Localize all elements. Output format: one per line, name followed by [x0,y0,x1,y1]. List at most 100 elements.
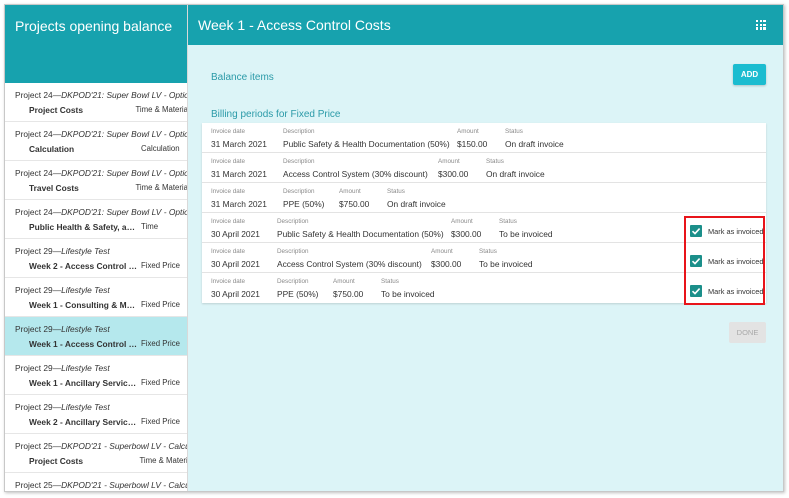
cell-label: Description [283,158,315,165]
sidebar-item[interactable]: Project 25—DKPOD'21 - Superbowl LV - Cal… [5,473,187,491]
sidebar-item-type: Fixed Price [141,339,180,348]
table-row: Invoice date 30 April 2021 Description PPE … [202,273,766,303]
cell-value: $750.00 [339,199,370,209]
cell-label: Description [277,248,309,255]
project-prefix: Project 29— [15,363,62,373]
mark-as-invoiced-checkbox[interactable] [690,225,702,237]
cell-label: Amount [451,218,473,225]
sidebar-item[interactable]: Project 24—DKPOD'21: Super Bowl LV - Opt… [5,200,187,239]
sidebar-item-project: Project 29—Lifestyle Test [15,402,187,412]
sidebar-item-label: Week 2 - Access Control Costs [29,261,139,271]
check-icon [691,258,701,265]
cell-label: Invoice date [211,218,245,225]
cell-label: Status [387,188,405,195]
cell-description: Description Public Safety & Health Docume… [277,218,444,239]
sidebar-item-label: Public Health & Safety, and Security C..… [29,222,139,232]
cell-value: $300.00 [438,169,469,179]
cell-value: PPE (50%) [277,289,319,299]
cell-amount: Amount $300.00 [438,158,468,179]
mark-as-invoiced-label: Mark as invoiced [708,256,764,266]
sidebar-item-project: Project 24—DKPOD'21: Super Bowl LV - Opt… [15,90,187,100]
cell-label: Status [499,218,517,225]
project-name: Lifestyle Test [61,246,110,256]
app-window: Projects opening balance Project 24— DKPO… [4,4,784,492]
mark-as-invoiced[interactable]: Mark as invoiced [690,225,763,237]
cell-label: Status [486,158,504,165]
sidebar-item-project: Project 29—Lifestyle Test [15,324,187,334]
cell-status: Status On draft invoice [505,128,564,149]
cell-label: Amount [438,158,460,165]
sidebar-item-label: Week 2 - Ancillary Service Cos... [29,417,139,427]
sidebar-item-project: Project 29—Lifestyle Test [15,285,187,295]
mark-as-invoiced[interactable]: Mark as invoiced [690,255,763,267]
cell-date: Invoice date 31 March 2021 [211,188,267,209]
project-prefix: Project 25— [15,441,62,451]
sidebar-item[interactable]: Project 29—Lifestyle Test Week 2 - Ancill… [5,395,187,434]
billing-periods-label: Billing periods for Fixed Price [211,109,341,120]
cell-value: 31 March 2021 [211,169,267,179]
cell-value: To be invoiced [499,229,553,239]
sidebar-item-project: Project 29—Lifestyle Test [15,246,187,256]
table-row: Invoice date 30 April 2021 Description Acce… [202,243,766,273]
sidebar-item[interactable]: Project 29—Lifestyle Test Week 1 - Consul… [5,278,187,317]
cell-date: Invoice date 30 April 2021 [211,218,260,239]
mark-as-invoiced-label: Mark as invoiced [708,226,764,236]
cell-amount: Amount $750.00 [333,278,363,299]
cell-value: $300.00 [431,259,462,269]
cell-value: To be invoiced [479,259,533,269]
done-button[interactable]: DONE [729,322,766,343]
sidebar-item[interactable]: Project 29—Lifestyle Test Week 1 - Ancill… [5,356,187,395]
project-name: DKPOD'21: Super Bowl LV - Option 3 [61,129,187,139]
apps-grid-icon[interactable] [756,20,766,30]
add-button[interactable]: ADD [733,64,766,85]
sidebar-item-type: Time & Material [135,105,187,114]
cell-value: On draft invoice [486,169,545,179]
cell-value: 30 April 2021 [211,289,260,299]
sidebar: Projects opening balance Project 24— DKPO… [5,5,188,491]
cell-amount: Amount $750.00 [339,188,369,209]
cell-label: Amount [339,188,361,195]
cell-description: Description PPE (50%) [277,278,318,299]
sidebar-item[interactable]: Project 24—DKPOD'21: Super Bowl LV - Opt… [5,161,187,200]
cell-value: Access Control System (30% discount) [283,169,428,179]
cell-value: $300.00 [451,229,482,239]
cell-description: Description Access Control System (30% di… [277,248,422,269]
sidebar-item[interactable]: Project 29—Lifestyle Test Week 1 - Access… [5,317,187,356]
project-prefix: Project 24— [15,207,62,217]
cell-label: Description [283,188,315,195]
mark-as-invoiced-checkbox[interactable] [690,255,702,267]
cell-amount: Amount $300.00 [451,218,481,239]
mark-as-invoiced[interactable]: Mark as invoiced [690,285,763,297]
cell-label: Status [505,128,523,135]
mark-as-invoiced-checkbox[interactable] [690,285,702,297]
sidebar-item-label: Travel Costs [29,183,79,193]
balance-items-row: Balance items ADD [211,64,766,85]
sidebar-list: Project 24— DKPOD'21: Super Bowl LV - Opt… [5,83,187,491]
cell-label: Invoice date [211,188,245,195]
cell-value: 30 April 2021 [211,229,260,239]
main-header: Week 1 - Access Control Costs [188,5,783,45]
project-name: Lifestyle Test [61,402,110,412]
cell-label: Description [283,128,315,135]
sidebar-item-project: Project 29—Lifestyle Test [15,363,187,373]
sidebar-item[interactable]: Project 29—Lifestyle Test Week 2 - Access… [5,239,187,278]
sidebar-item-type: Time & Material [135,183,187,192]
cell-date: Invoice date 30 April 2021 [211,278,260,299]
sidebar-item-project: Project 25—DKPOD'21 - Superbowl LV - Cal… [15,480,187,490]
cell-date: Invoice date 31 March 2021 [211,128,267,149]
sidebar-item-type: Time [141,222,159,231]
sidebar-title: Projects opening balance [15,18,173,34]
cell-value: $150.00 [457,139,488,149]
cell-value: 31 March 2021 [211,199,267,209]
sidebar-item[interactable]: Project 24—DKPOD'21: Super Bowl LV - Opt… [5,83,187,122]
cell-value: 30 April 2021 [211,259,260,269]
sidebar-item-label: Week 1 - Access Control Costs [29,339,139,349]
project-prefix: Project 29— [15,246,62,256]
sidebar-item[interactable]: Project 25—DKPOD'21 - Superbowl LV - Cal… [5,434,187,473]
cell-amount: Amount $150.00 [457,128,487,149]
sidebar-item[interactable]: Project 24—DKPOD'21: Super Bowl LV - Opt… [5,122,187,161]
project-prefix: Project 29— [15,324,62,334]
sidebar-item-label: Calculation [29,144,75,154]
check-icon [691,288,701,295]
sidebar-item-project: Project 25—DKPOD'21 - Superbowl LV - Cal… [15,441,187,451]
